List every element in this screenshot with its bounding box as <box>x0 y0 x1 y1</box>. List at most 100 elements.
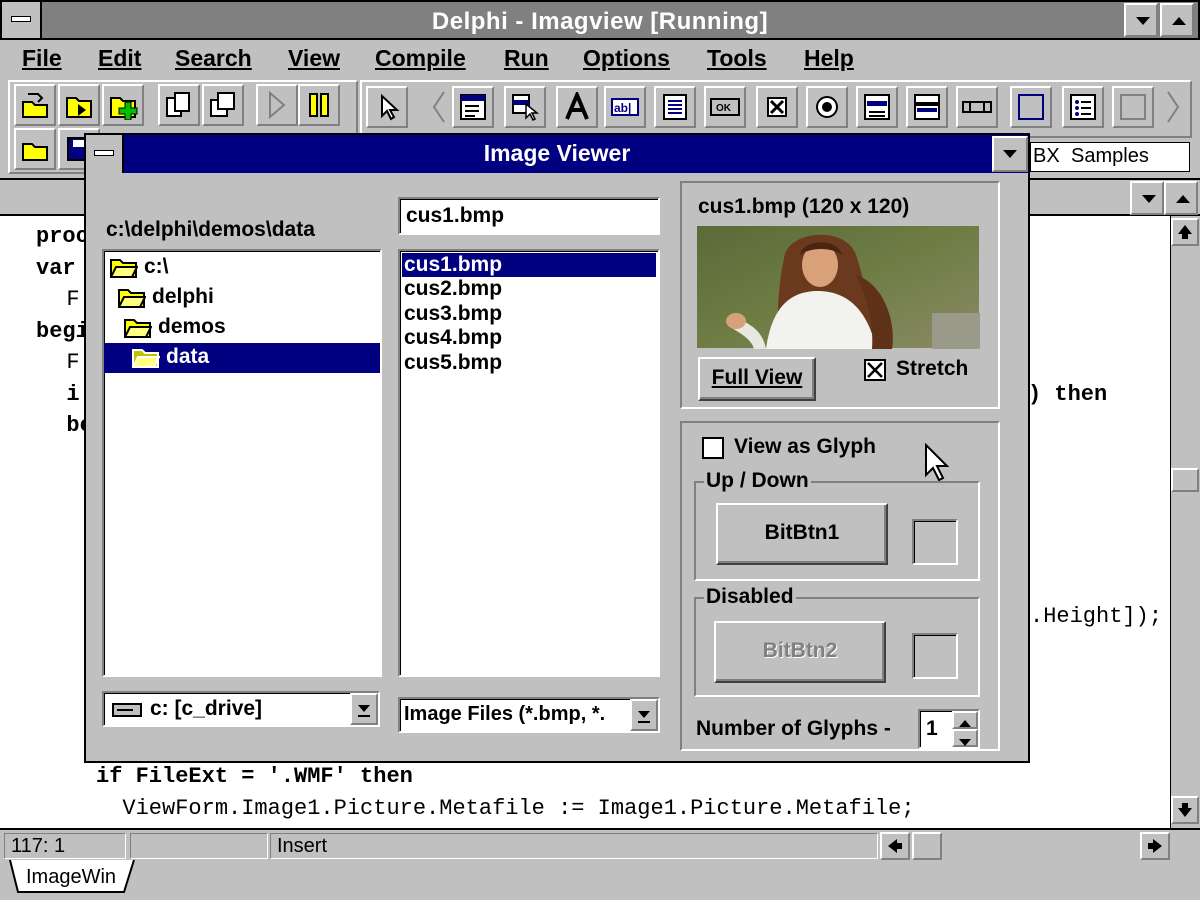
edit-component[interactable]: ab| <box>604 86 646 128</box>
menu-file[interactable]: File <box>22 45 62 72</box>
chevron-left-icon <box>432 91 445 123</box>
checkbox-icon <box>767 97 787 117</box>
run-icon <box>269 90 286 120</box>
scroll-up-button[interactable] <box>1171 218 1199 246</box>
pause-button[interactable] <box>298 84 340 126</box>
hscroll-thumb[interactable] <box>912 832 942 860</box>
dir-item-root[interactable]: c:\ <box>110 255 169 279</box>
editor-tab-imagewin[interactable]: ImageWin <box>26 866 116 889</box>
mouse-cursor-icon <box>925 443 950 482</box>
run-button[interactable] <box>256 84 298 126</box>
file-item-3[interactable]: cus3.bmp <box>404 302 502 326</box>
scroll-thumb[interactable] <box>1171 468 1199 492</box>
label-component[interactable] <box>556 86 598 128</box>
radiogroup-component[interactable] <box>1062 86 1104 128</box>
palette-tab-samples[interactable]: Samples <box>1071 145 1149 168</box>
spin-up-button[interactable] <box>952 711 978 729</box>
popupmenu-component[interactable] <box>504 86 546 128</box>
menu-compile[interactable]: Compile <box>375 45 466 72</box>
open-file-button[interactable] <box>14 128 56 170</box>
memo-component[interactable] <box>654 86 696 128</box>
menu-options[interactable]: Options <box>583 45 670 72</box>
main-title-bar: Delphi - Imagview [Running] <box>0 0 1200 40</box>
pointer-tool[interactable] <box>366 86 408 128</box>
maximize-button[interactable] <box>1160 3 1194 37</box>
menu-run[interactable]: Run <box>504 45 549 72</box>
number-of-glyphs-value: 1 <box>926 717 938 740</box>
groupbox-component[interactable] <box>1010 86 1052 128</box>
minimize-button[interactable] <box>1124 3 1158 37</box>
menu-search[interactable]: Search <box>175 45 252 72</box>
checkbox-component[interactable] <box>756 86 798 128</box>
radiobutton-component[interactable] <box>806 86 848 128</box>
editor-maximize-icon <box>1176 195 1190 203</box>
save-all-button[interactable] <box>58 84 100 126</box>
insert-mode: Insert <box>270 833 878 859</box>
select-unit-button[interactable] <box>158 84 200 126</box>
image-viewer-dialog: Image Viewer c:\delphi\demos\data c:\ de… <box>84 133 1030 763</box>
menu-help[interactable]: Help <box>804 45 854 72</box>
select-form-button[interactable] <box>202 84 244 126</box>
menu-tools[interactable]: Tools <box>707 45 767 72</box>
drive-combobox[interactable]: c: [c_drive] <box>102 691 380 727</box>
dialog-minimize-button[interactable] <box>992 136 1028 172</box>
filename-input[interactable]: cus1.bmp <box>398 197 660 235</box>
listbox-component[interactable] <box>856 86 898 128</box>
panel-component[interactable] <box>1112 86 1154 128</box>
bitbtn1-button[interactable]: BitBtn1 <box>716 503 888 565</box>
editor-minimize-button[interactable] <box>1130 181 1164 215</box>
file-item-2[interactable]: cus2.bmp <box>404 277 502 301</box>
open-folder-icon <box>132 349 160 369</box>
code-line-metafile: ViewForm.Image1.Picture.Metafile := Imag… <box>96 796 915 821</box>
menu-view-label: View <box>288 45 340 71</box>
dir-item-delphi[interactable]: delphi <box>118 285 214 309</box>
menu-compile-label: Compile <box>375 45 466 71</box>
main-window-title: Delphi - Imagview [Running] <box>431 8 769 35</box>
dir-item-demos[interactable]: demos <box>124 315 226 339</box>
palette-tab-bx[interactable]: BX <box>1033 145 1060 168</box>
svg-text:ab|: ab| <box>614 101 631 115</box>
stretch-checkbox[interactable] <box>864 359 886 381</box>
code-line-4: begi <box>36 319 89 344</box>
code-fragment-then-text: ) then <box>1028 382 1108 407</box>
full-view-button[interactable]: Full View <box>698 357 816 401</box>
open-project-button[interactable] <box>14 84 56 126</box>
button-component[interactable]: OK <box>704 86 746 128</box>
spin-down-button[interactable] <box>952 729 978 747</box>
file-item-5[interactable]: cus5.bmp <box>404 351 502 375</box>
view-as-glyph-checkbox[interactable] <box>702 437 724 459</box>
menu-run-label: Run <box>504 45 549 71</box>
add-file-button[interactable] <box>102 84 144 126</box>
spin-down-icon <box>959 739 971 746</box>
filter-dropdown-button[interactable] <box>630 699 658 731</box>
hscroll-left-button[interactable] <box>880 832 910 860</box>
stretch-label: Stretch <box>896 357 969 380</box>
editor-minimize-icon <box>1142 195 1156 203</box>
menu-edit[interactable]: Edit <box>98 45 141 72</box>
menu-view[interactable]: View <box>288 45 340 72</box>
mainmenu-component[interactable] <box>452 86 494 128</box>
code-line-1: proc <box>36 224 89 249</box>
editor-maximize-button[interactable] <box>1164 181 1198 215</box>
file-listbox[interactable]: cus1.bmp cus2.bmp cus3.bmp cus4.bmp cus5… <box>398 249 660 677</box>
chevron-right-icon <box>1167 91 1180 123</box>
combobox-component[interactable] <box>906 86 948 128</box>
directory-listbox[interactable]: c:\ delphi demos data <box>102 249 382 677</box>
bitbtn1-label: BitBtn1 <box>764 521 840 544</box>
scroll-down-button[interactable] <box>1171 796 1199 824</box>
dialog-minimize-icon <box>1003 150 1017 158</box>
dir-item-data[interactable]: data <box>104 343 380 373</box>
file-item-4[interactable]: cus4.bmp <box>404 326 502 350</box>
filter-combobox[interactable]: Image Files (*.bmp, *. <box>398 697 660 733</box>
number-of-glyphs-spinedit[interactable]: 1 <box>918 709 980 749</box>
view-as-glyph-label: View as Glyph <box>734 435 877 458</box>
bitbtn2-button: BitBtn2 <box>714 621 886 683</box>
hscroll-right-button[interactable] <box>1140 832 1170 860</box>
svg-text:OK: OK <box>716 103 732 114</box>
file-item-1[interactable]: cus1.bmp <box>401 252 657 278</box>
scrollbar-component[interactable] <box>956 86 998 128</box>
open-folder-icon <box>118 289 146 309</box>
editor-vertical-scrollbar[interactable] <box>1170 216 1200 828</box>
drive-dropdown-button[interactable] <box>350 693 378 725</box>
palette-scroll-right[interactable] <box>1160 86 1200 128</box>
